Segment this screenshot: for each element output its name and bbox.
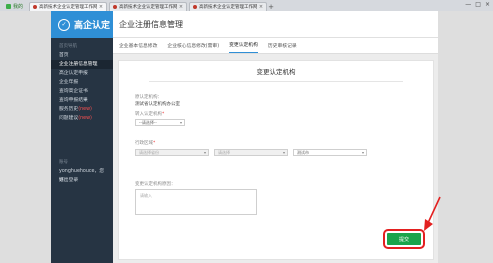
logo-icon: ✓: [58, 18, 70, 31]
main-content: 企业注册信息管理 企业基本信息修改 企业核心信息修改(需审) 变更认定机构 历史…: [113, 11, 438, 263]
bookmark-item[interactable]: 我的: [2, 2, 27, 11]
bookmark-label: 我的: [13, 4, 24, 10]
logo-text: 高企认定: [74, 21, 111, 31]
form-title: 变更认定机构: [149, 61, 403, 82]
sidebar-item-feedback[interactable]: 问题建议(new): [51, 114, 113, 123]
region-label: 行政区域*: [135, 141, 156, 146]
minimize-icon[interactable]: —: [465, 1, 471, 8]
browser-tab-2[interactable]: 高新技术企业认定管理工作网 ×: [109, 2, 188, 11]
sidebar-item-service-history[interactable]: 服务历史(new): [51, 105, 113, 114]
nav-section-label: 首页导航: [59, 44, 77, 49]
select-value: 请选择省份: [139, 150, 159, 155]
tab-change-org[interactable]: 变更认定机构: [229, 41, 258, 53]
window-controls: — □ ×: [465, 1, 490, 8]
chevron-down-icon: ▾: [203, 150, 206, 155]
sidebar-item-registration-info[interactable]: 企业注册信息管理: [51, 60, 113, 69]
tab-label: 高新技术企业认定管理工作网: [119, 5, 177, 10]
page-background-right: [438, 11, 493, 263]
province-select[interactable]: 请选择省份 ▾: [135, 149, 209, 156]
sidebar-item-certificate-query[interactable]: 查询高企证书: [51, 87, 113, 96]
submit-button[interactable]: 提交: [383, 229, 425, 249]
sidebar-item-certification-apply[interactable]: 高企认定申报: [51, 69, 113, 78]
user-section-label: 账号: [59, 160, 68, 165]
chevron-down-icon: ▾: [179, 120, 182, 125]
close-window-icon[interactable]: ×: [485, 1, 490, 8]
browser-tab-3[interactable]: 高新技术企业认定管理工作网 ×: [189, 2, 268, 11]
close-tab-icon[interactable]: ×: [99, 4, 103, 10]
city-select[interactable]: 请选择 ▾: [214, 149, 288, 156]
new-badge: (new): [78, 116, 92, 121]
tab-label: 高新技术企业认定管理工作网: [39, 5, 97, 10]
maximize-icon[interactable]: □: [475, 1, 481, 8]
current-org-value: 测试省认定机构办公室: [135, 102, 180, 107]
favicon-icon: [193, 5, 198, 9]
reason-textarea[interactable]: 请输入: [135, 189, 257, 215]
logo[interactable]: ✓ 高企认定: [51, 11, 113, 38]
user-block: 账号 yonghuehouce，您好！ 退出登录: [51, 154, 113, 185]
select-value: 测试市: [297, 150, 309, 155]
page-background-left: [0, 11, 51, 263]
sidebar-item-annual-report[interactable]: 企业年报: [51, 78, 113, 87]
target-org-label: 转入认定机构*: [135, 112, 165, 117]
favicon-icon: [33, 5, 38, 9]
subtab-bar: 企业基本信息修改 企业核心信息修改(需审) 变更认定机构 历史审核记录: [113, 38, 438, 54]
district-select[interactable]: 测试市 ▾: [293, 149, 367, 156]
sidebar-item-home[interactable]: 首页: [51, 51, 113, 60]
reason-label: 变更认定机构原因：: [135, 182, 176, 187]
current-org-label: 原认定机构：: [135, 95, 162, 100]
tab-basic-info[interactable]: 企业基本信息修改: [119, 42, 157, 53]
page-header: 企业注册信息管理: [113, 11, 438, 38]
chevron-down-icon: ▾: [361, 150, 364, 155]
sidebar: ✓ 高企认定 首页导航 首页 企业注册信息管理 高企认定申报 企业年报 查询高企…: [51, 11, 113, 263]
sidebar-item-result-query[interactable]: 查询申报结果: [51, 96, 113, 105]
new-badge: (new): [78, 107, 92, 112]
select-value: --请选择--: [139, 120, 157, 125]
target-org-select[interactable]: --请选择-- ▾: [135, 119, 185, 126]
page-title: 企业注册信息管理: [119, 19, 183, 29]
tab-label: 高新技术企业认定管理工作网: [199, 5, 257, 10]
close-tab-icon[interactable]: ×: [179, 4, 183, 10]
new-tab-button[interactable]: +: [267, 2, 275, 11]
tab-history[interactable]: 历史审核记录: [268, 42, 297, 53]
change-org-form: 变更认定机构 原认定机构： 测试省认定机构办公室 转入认定机构* --请选择--…: [118, 60, 434, 260]
bookmark-icon: [6, 4, 11, 9]
select-value: 请选择: [218, 150, 230, 155]
logout-link[interactable]: 退出登录: [51, 176, 113, 185]
username: yonghuehouce，您好！: [59, 169, 105, 183]
tab-core-info[interactable]: 企业核心信息修改(需审): [167, 42, 219, 53]
close-tab-icon[interactable]: ×: [259, 4, 263, 10]
browser-tab-1[interactable]: 高新技术企业认定管理工作网 ×: [29, 2, 108, 11]
chevron-down-icon: ▾: [282, 150, 285, 155]
favicon-icon: [113, 5, 118, 9]
